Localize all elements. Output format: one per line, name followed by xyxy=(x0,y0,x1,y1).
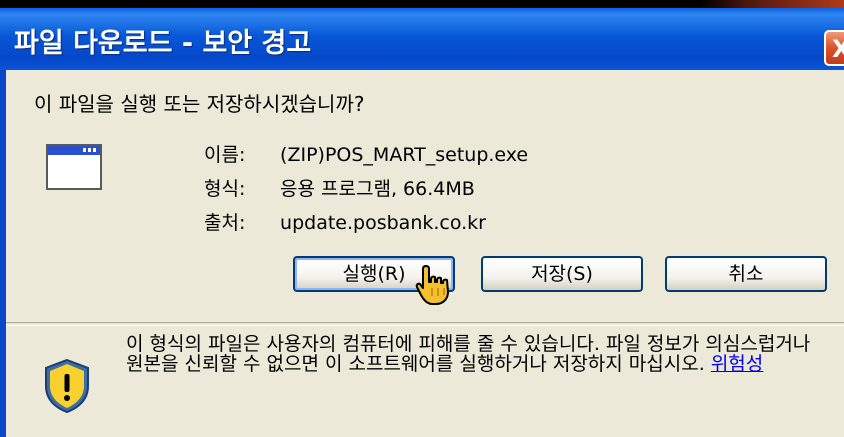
save-button[interactable]: 저장(S) xyxy=(481,256,643,292)
file-type-value: 응용 프로그램, 66.4MB xyxy=(280,178,475,200)
file-source-label: 출처: xyxy=(204,212,246,234)
cancel-button[interactable]: 취소 xyxy=(665,256,827,292)
file-type-label: 형식: xyxy=(204,178,246,200)
file-name-label: 이름: xyxy=(204,144,246,166)
security-warning-text: 이 형식의 파일은 사용자의 컴퓨터에 피해를 줄 수 있습니다. 파일 정보가… xyxy=(126,334,826,374)
file-name-row: 이름: (ZIP)POS_MART_setup.exe xyxy=(204,140,528,167)
question-text: 이 파일을 실행 또는 저장하시겠습니까? xyxy=(34,92,365,116)
dialog-title: 파일 다운로드 - 보안 경고 xyxy=(14,28,312,59)
file-name-value: (ZIP)POS_MART_setup.exe xyxy=(280,144,529,166)
divider xyxy=(6,322,844,326)
warning-message: 이 형식의 파일은 사용자의 컴퓨터에 피해를 줄 수 있습니다. 파일 정보가… xyxy=(126,333,811,375)
title-bar[interactable]: 파일 다운로드 - 보안 경고 X xyxy=(0,8,844,70)
file-source-value: update.posbank.co.kr xyxy=(280,212,486,234)
hand-cursor-icon xyxy=(415,265,449,305)
file-source-row: 출처: update.posbank.co.kr xyxy=(204,208,486,235)
program-window-icon xyxy=(46,144,102,190)
background-window-glimpse xyxy=(700,0,844,8)
close-button[interactable]: X xyxy=(824,30,844,66)
file-type-row: 형식: 응용 프로그램, 66.4MB xyxy=(204,174,475,201)
file-download-dialog: 파일 다운로드 - 보안 경고 X 이 파일을 실행 또는 저장하시겠습니까? … xyxy=(0,0,844,437)
security-shield-warning-icon xyxy=(45,358,89,414)
risk-link[interactable]: 위험성 xyxy=(711,353,763,375)
close-icon: X xyxy=(832,35,844,63)
dialog-body: 이 파일을 실행 또는 저장하시겠습니까? 이름: (ZIP)POS_MART_… xyxy=(6,70,844,437)
